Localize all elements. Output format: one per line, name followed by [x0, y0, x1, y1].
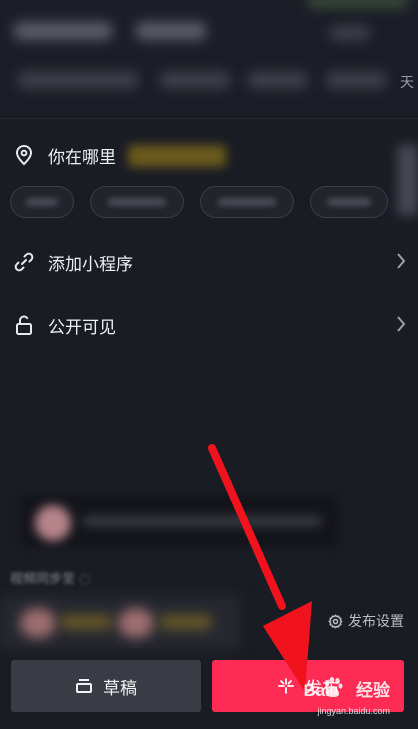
blurred-edge — [398, 145, 418, 215]
blurred-location-hint — [128, 145, 226, 167]
video-thumbnail[interactable] — [308, 0, 408, 8]
location-chip[interactable] — [310, 186, 388, 218]
gear-icon — [328, 613, 343, 629]
add-mini-program-row[interactable]: 添加小程序 — [0, 238, 418, 286]
sync-platform-avatar[interactable] — [20, 608, 56, 638]
blurred-text — [160, 615, 212, 629]
blurred-text — [326, 72, 386, 88]
link-icon — [12, 250, 36, 274]
location-label: 你在哪里 — [48, 147, 116, 168]
blurred-text — [136, 22, 206, 40]
visibility-row[interactable]: 公开可见 — [0, 301, 418, 349]
location-pin-icon — [12, 143, 36, 167]
visibility-label: 公开可见 — [48, 317, 116, 338]
draft-button-label: 草稿 — [103, 678, 137, 699]
top-blurred-region — [0, 0, 418, 115]
partial-text: 天 — [400, 75, 416, 91]
chevron-right-icon — [397, 253, 406, 269]
blurred-text — [82, 516, 322, 526]
location-chip[interactable] — [200, 186, 294, 218]
draft-box-icon — [76, 679, 92, 693]
location-chip[interactable] — [10, 186, 74, 218]
add-mini-program-label: 添加小程序 — [48, 254, 133, 275]
sync-platform-avatar[interactable] — [118, 608, 154, 638]
watermark-brand: Bai 经验 — [303, 681, 390, 700]
draft-button[interactable]: 草稿 — [11, 660, 201, 712]
publish-settings-link[interactable]: 发布设置 — [328, 611, 404, 631]
divider — [0, 118, 418, 119]
blurred-text — [160, 72, 230, 88]
blurred-text — [14, 22, 112, 40]
chevron-right-icon — [397, 316, 406, 332]
unlock-icon — [12, 313, 36, 337]
sync-label: 视频同步至 ◌ — [10, 572, 91, 587]
blurred-text — [330, 26, 370, 40]
blurred-text — [18, 72, 138, 88]
location-suggestions — [10, 186, 388, 218]
location-chip[interactable] — [90, 186, 184, 218]
blurred-text — [248, 72, 308, 88]
blurred-text — [60, 615, 112, 629]
avatar — [35, 505, 71, 541]
watermark-url: jingyan.baidu.com — [317, 706, 390, 716]
sparkle-icon — [278, 678, 294, 694]
publish-settings-label: 发布设置 — [348, 614, 404, 630]
